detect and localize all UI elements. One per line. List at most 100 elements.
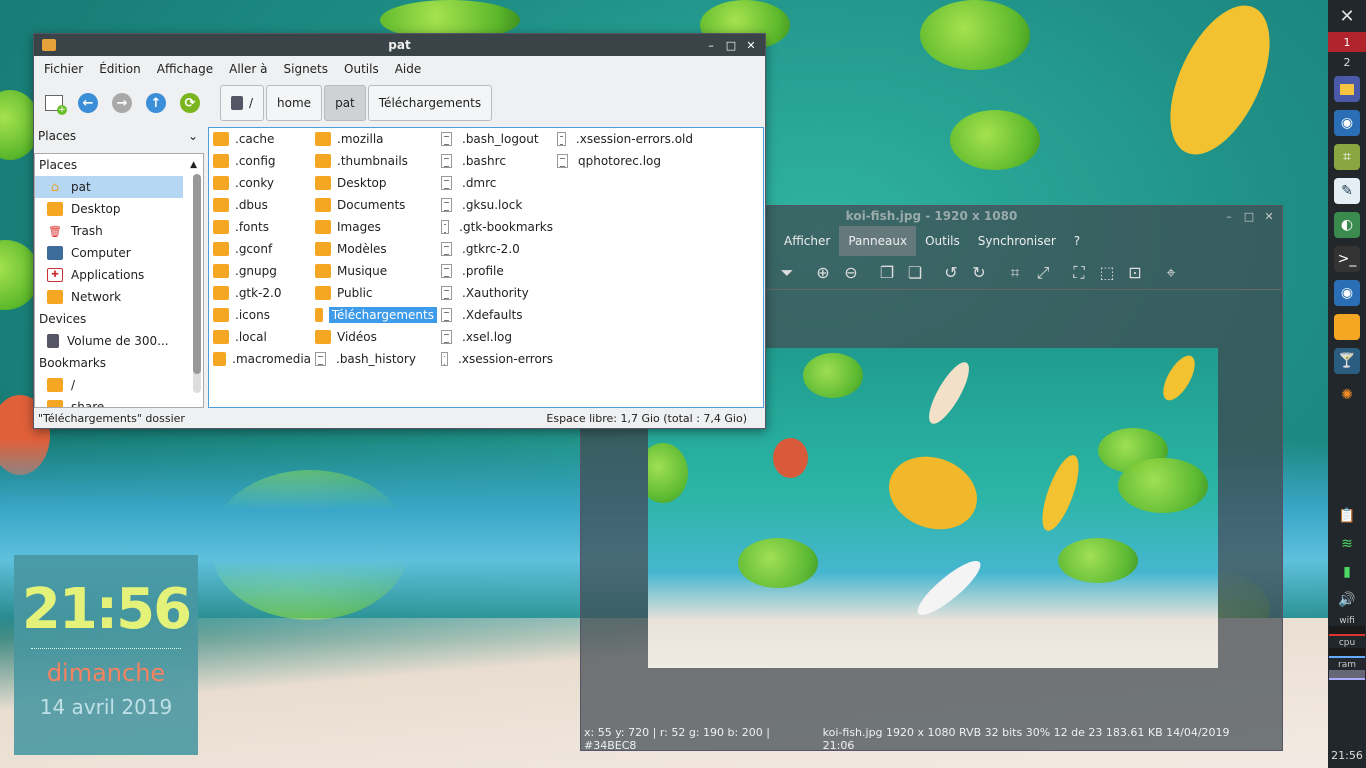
crumb-home[interactable]: home <box>266 85 323 121</box>
file-item[interactable]: .icons <box>209 304 311 326</box>
file-item[interactable]: .dmrc <box>437 172 553 194</box>
sidebar-item-desktop[interactable]: Desktop <box>35 198 183 220</box>
minimize-icon[interactable]: – <box>703 37 719 53</box>
menu-signets[interactable]: Signets <box>278 62 335 76</box>
sidebar-scrollbar[interactable] <box>193 174 201 393</box>
crop-icon[interactable]: ⌗ <box>1001 263 1029 283</box>
firefox-icon[interactable]: ◉ <box>1334 280 1360 306</box>
sidebar-item-share[interactable]: share <box>35 396 183 407</box>
text-editor-icon[interactable]: ✎ <box>1334 178 1360 204</box>
file-item[interactable]: Desktop <box>311 172 437 194</box>
file-item[interactable]: .fonts <box>209 216 311 238</box>
file-item[interactable]: .bashrc <box>437 150 553 172</box>
terminal-icon[interactable]: >_ <box>1334 246 1360 272</box>
sidebar-item-pat[interactable]: ⌂ pat <box>35 176 183 198</box>
workspace-2[interactable]: 2 <box>1328 52 1366 72</box>
battery-icon[interactable]: ▮ <box>1334 561 1360 583</box>
sidebar-item-network[interactable]: Network <box>35 286 183 308</box>
fullscreen-icon[interactable]: ⛶ <box>1065 263 1093 283</box>
forward-button[interactable]: → <box>108 89 136 117</box>
resize-icon[interactable]: ⤢ <box>1029 263 1057 283</box>
file-item[interactable]: .Xdefaults <box>437 304 553 326</box>
rotate-right-icon[interactable]: ↻ <box>965 263 993 282</box>
file-item[interactable]: .macromedia <box>209 348 311 370</box>
file-item[interactable]: .bash_history <box>311 348 437 370</box>
file-item[interactable]: Musique <box>311 260 437 282</box>
file-item[interactable]: Vidéos <box>311 326 437 348</box>
location-pin-icon[interactable]: ⌖ <box>1157 263 1185 283</box>
file-item[interactable]: .config <box>209 150 311 172</box>
actual-size-icon[interactable]: ⊡ <box>1121 263 1149 282</box>
sidebar-item-trash[interactable]: 🗑 Trash <box>35 220 183 242</box>
file-item[interactable]: .xsession-errors <box>437 348 553 370</box>
file-item[interactable]: .local <box>209 326 311 348</box>
crumb-root[interactable]: / <box>220 85 265 121</box>
file-item[interactable]: .Xauthority <box>437 282 553 304</box>
settings-toggle-icon[interactable]: ◐ <box>1334 212 1360 238</box>
file-item[interactable]: Téléchargements <box>311 304 437 326</box>
sidebar-item-root[interactable]: / <box>35 374 183 396</box>
filter-icon[interactable]: ⏷ <box>773 263 801 283</box>
file-item[interactable]: .gksu.lock <box>437 194 553 216</box>
fit-window-icon[interactable]: ⬚ <box>1093 263 1121 282</box>
file-item[interactable]: .profile <box>437 260 553 282</box>
file-item[interactable]: .gconf <box>209 238 311 260</box>
x-logo-icon[interactable]: ✕ <box>1328 0 1366 32</box>
file-item[interactable]: .cache <box>209 128 311 150</box>
menu-edition[interactable]: Édition <box>93 62 147 76</box>
screenshot-icon[interactable]: ⌗ <box>1334 144 1360 170</box>
paste-icon[interactable]: ❏ <box>901 263 929 282</box>
copy-icon[interactable]: ❐ <box>873 263 901 282</box>
close-icon[interactable]: ✕ <box>743 37 759 53</box>
file-item[interactable]: .conky <box>209 172 311 194</box>
file-manager-titlebar[interactable]: pat – □ ✕ <box>34 34 765 56</box>
sidebar-selector[interactable]: Places ⌄ <box>34 125 204 147</box>
clipboard-icon[interactable]: 📋 <box>1334 505 1360 527</box>
back-button[interactable]: ← <box>74 89 102 117</box>
scrollbar-thumb[interactable] <box>193 174 201 374</box>
file-item[interactable]: .xsel.log <box>437 326 553 348</box>
menu-affichage[interactable]: Affichage <box>151 62 219 76</box>
file-item[interactable]: Public <box>311 282 437 304</box>
menu-synchroniser[interactable]: Synchroniser <box>969 226 1065 256</box>
chevron-up-icon[interactable]: ▲ <box>190 160 197 170</box>
wifi-icon[interactable]: ≋ <box>1334 533 1360 555</box>
sidebar-item-applications[interactable]: ✚ Applications <box>35 264 183 286</box>
reload-button[interactable]: ⟳ <box>176 89 204 117</box>
menu-outils[interactable]: Outils <box>338 62 385 76</box>
file-item[interactable]: .gtk-bookmarks <box>437 216 553 238</box>
menu-aller-a[interactable]: Aller à <box>223 62 273 76</box>
sidebar-item-computer[interactable]: Computer <box>35 242 183 264</box>
workspace-1[interactable]: 1 <box>1328 32 1366 52</box>
file-item[interactable]: Documents <box>311 194 437 216</box>
file-item[interactable]: .gnupg <box>209 260 311 282</box>
file-item[interactable]: .thumbnails <box>311 150 437 172</box>
firefox-icon[interactable]: ◉ <box>1334 110 1360 136</box>
file-item[interactable]: Modèles <box>311 238 437 260</box>
menu-aide[interactable]: Aide <box>389 62 428 76</box>
sidebar-item-volume[interactable]: Volume de 300... <box>35 330 183 352</box>
file-item[interactable]: .dbus <box>209 194 311 216</box>
file-item[interactable]: qphotorec.log <box>553 150 693 172</box>
file-item[interactable]: .xsession-errors.old <box>553 128 693 150</box>
file-item[interactable]: Images <box>311 216 437 238</box>
menu-afficher[interactable]: Afficher <box>775 226 839 256</box>
crumb-pat[interactable]: pat <box>324 85 366 121</box>
rotate-left-icon[interactable]: ↺ <box>937 263 965 282</box>
menu-fichier[interactable]: Fichier <box>38 62 89 76</box>
maximize-icon[interactable]: □ <box>723 37 739 53</box>
cocktail-icon[interactable]: 🍸 <box>1334 348 1360 374</box>
panel-clock[interactable]: 21:56 <box>1331 743 1363 768</box>
file-manager-app-icon[interactable] <box>1334 76 1360 102</box>
new-tab-button[interactable]: + <box>40 89 68 117</box>
file-item[interactable]: .gtk-2.0 <box>209 282 311 304</box>
volume-icon[interactable]: 🔊 <box>1334 589 1360 611</box>
image-viewer-icon[interactable]: ✺ <box>1334 382 1360 408</box>
menu-help[interactable]: ? <box>1065 226 1089 256</box>
menu-outils[interactable]: Outils <box>916 226 969 256</box>
zoom-out-icon[interactable]: ⊖ <box>837 263 865 282</box>
file-item[interactable]: .bash_logout <box>437 128 553 150</box>
file-item[interactable]: .mozilla <box>311 128 437 150</box>
folder-icon[interactable] <box>1334 314 1360 340</box>
crumb-telechargements[interactable]: Téléchargements <box>367 85 493 121</box>
